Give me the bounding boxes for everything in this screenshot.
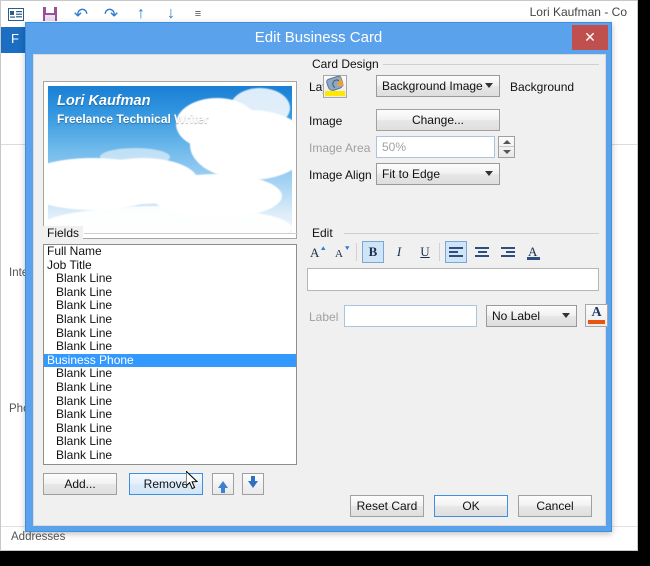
card-background-image: Lori Kaufman Freelance Technical Writer <box>48 86 292 234</box>
chevron-down-icon <box>485 83 493 88</box>
field-list-item[interactable]: Job Title <box>44 258 296 273</box>
field-list-item[interactable]: Blank Line <box>44 421 296 436</box>
edit-business-card-dialog: Edit Business Card ✕ Lori Kaufman Freela… <box>25 22 612 532</box>
toolbar-separator <box>356 243 357 261</box>
down-arrow-icon <box>248 475 258 488</box>
field-list-item[interactable]: Blank Line <box>44 448 296 463</box>
label-font-color-swatch <box>588 320 605 324</box>
chevron-down-icon <box>485 171 493 176</box>
undo-icon[interactable]: ↶ <box>72 5 90 23</box>
background-label: Background <box>510 80 575 94</box>
move-field-down-button[interactable] <box>242 473 264 495</box>
italic-button[interactable]: I <box>388 241 410 263</box>
svg-text:A: A <box>335 248 343 260</box>
redo-icon[interactable]: ↷ <box>102 5 120 23</box>
dialog-body: Lori Kaufman Freelance Technical Writer … <box>33 54 608 526</box>
field-list-item[interactable]: Blank Line <box>44 326 296 341</box>
bold-button[interactable]: B <box>362 241 384 263</box>
dialog-title-bar: Edit Business Card ✕ <box>26 23 611 54</box>
font-color-icon: A <box>591 305 602 320</box>
field-list-item[interactable]: Blank Line <box>44 394 296 409</box>
align-right-button[interactable] <box>497 241 519 263</box>
field-list-item[interactable]: Business Phone <box>44 353 296 368</box>
formatting-toolbar: A A B I U A <box>304 241 604 267</box>
image-area-input[interactable]: 50% <box>376 136 495 158</box>
business-card-preview[interactable]: Lori Kaufman Freelance Technical Writer <box>43 81 297 239</box>
increase-font-size-button[interactable]: A <box>307 241 329 263</box>
chevron-down-icon <box>562 313 570 318</box>
field-list-item[interactable]: Blank Line <box>44 367 296 381</box>
svg-text:A: A <box>310 245 320 260</box>
toolbar-separator <box>439 243 440 261</box>
screen: ↶ ↷ ↑ ↓ ≡ Lori Kaufman - Co F Sav Clo In… <box>0 0 650 566</box>
field-list-item[interactable]: Blank Line <box>44 340 296 354</box>
label-font-color-button[interactable]: A <box>585 304 608 327</box>
window-title: Lori Kaufman - Co <box>529 5 627 19</box>
image-area-stepper[interactable] <box>498 136 515 158</box>
label-text-input[interactable] <box>344 305 477 327</box>
fields-list[interactable]: Full Name Job Title Blank Line Blank Line Bl… <box>43 244 297 465</box>
field-list-item[interactable]: Full Name <box>44 245 296 259</box>
next-item-icon[interactable]: ↓ <box>162 5 180 23</box>
reset-card-button[interactable]: Reset Card <box>350 495 424 517</box>
save-icon[interactable] <box>41 5 59 23</box>
change-image-button[interactable]: Change... <box>376 109 500 131</box>
previous-item-icon[interactable]: ↑ <box>132 5 150 23</box>
cancel-button[interactable]: Cancel <box>518 495 592 517</box>
image-align-select-value: Fit to Edge <box>382 167 441 181</box>
field-list-item[interactable]: Blank Line <box>44 408 296 422</box>
font-color-button[interactable]: A <box>523 241 545 263</box>
decrease-font-size-button[interactable]: A <box>332 241 354 263</box>
card-design-group-label: Card Design <box>308 57 383 71</box>
edit-group-label: Edit <box>308 226 337 240</box>
remove-field-button[interactable]: Remove <box>129 473 203 495</box>
image-label: Image <box>309 114 343 128</box>
field-list-item[interactable]: Blank Line <box>44 285 296 300</box>
image-align-label: Image Align <box>309 168 372 182</box>
up-arrow-icon <box>218 480 228 493</box>
field-list-item[interactable]: Blank Line <box>44 299 296 313</box>
field-text-input[interactable] <box>307 268 599 291</box>
customize-qat-icon[interactable]: ≡ <box>189 5 207 23</box>
field-list-item[interactable]: Blank Line <box>44 435 296 449</box>
stepper-down-icon[interactable] <box>499 147 514 157</box>
move-field-up-button[interactable] <box>212 473 234 495</box>
add-field-button[interactable]: Add... <box>43 473 117 495</box>
layout-select-value: Background Image <box>382 79 483 93</box>
align-center-button[interactable] <box>471 241 493 263</box>
edit-rule <box>344 233 599 234</box>
ok-button[interactable]: OK <box>434 495 508 517</box>
image-align-select[interactable]: Fit to Edge <box>376 163 500 185</box>
dialog-title: Edit Business Card <box>254 29 383 46</box>
card-full-name: Lori Kaufman <box>57 93 151 109</box>
background-color-swatch <box>325 91 345 96</box>
contact-card-icon[interactable] <box>7 5 25 23</box>
card-design-rule <box>377 64 599 65</box>
field-list-item[interactable]: Blank Line <box>44 312 296 327</box>
svg-text:A: A <box>528 244 538 259</box>
background-color-button[interactable] <box>323 74 347 98</box>
fields-rule <box>84 233 298 234</box>
card-job-title: Freelance Technical Writer <box>57 112 209 126</box>
label-position-value: No Label <box>492 309 541 323</box>
image-area-label: Image Area <box>309 141 371 155</box>
label-field-label: Label <box>309 310 339 324</box>
stepper-up-icon[interactable] <box>499 137 514 147</box>
label-position-select[interactable]: No Label <box>486 305 577 327</box>
layout-select[interactable]: Background Image <box>376 75 500 97</box>
field-list-item[interactable]: Blank Line <box>44 272 296 286</box>
field-list-item[interactable]: Blank Line <box>44 380 296 395</box>
close-icon[interactable]: ✕ <box>572 25 608 50</box>
underline-button[interactable]: U <box>414 241 436 263</box>
fields-group-label: Fields <box>43 226 84 240</box>
align-left-button[interactable] <box>445 241 467 263</box>
